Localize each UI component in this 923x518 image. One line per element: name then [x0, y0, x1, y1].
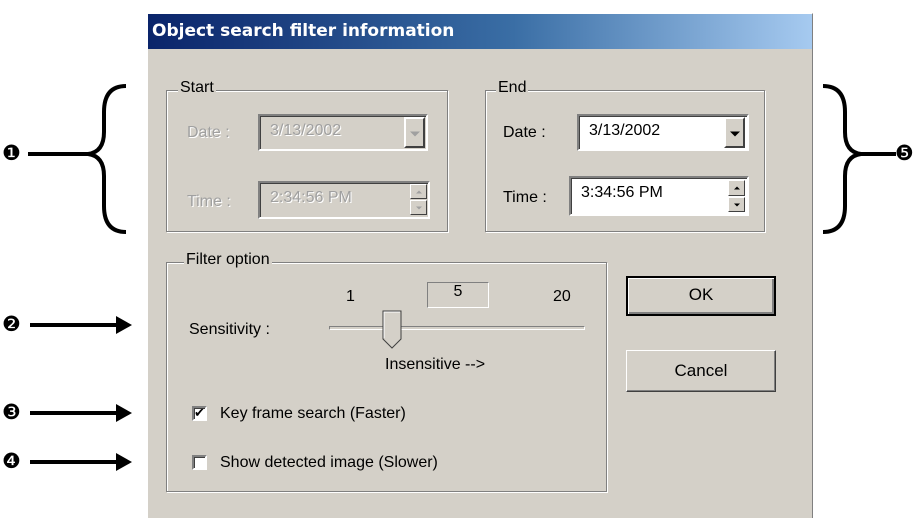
- filter-option-legend: Filter option: [184, 251, 272, 269]
- show-image-checkbox[interactable]: [192, 455, 207, 470]
- cancel-button[interactable]: Cancel: [626, 350, 776, 392]
- cancel-button-label: Cancel: [674, 361, 728, 380]
- start-legend: Start: [178, 79, 216, 97]
- start-time-label: Time :: [187, 193, 231, 210]
- start-time-field[interactable]: 2:34:56 PM: [258, 181, 430, 219]
- start-time-spin-up[interactable]: [410, 184, 427, 199]
- slider-max-label: 20: [553, 288, 571, 305]
- dialog-title: Object search filter information: [152, 21, 455, 41]
- ok-button[interactable]: OK: [626, 276, 776, 316]
- end-date-dropdown-button[interactable]: [724, 117, 745, 148]
- annotation-marker-2: ❷: [2, 312, 21, 336]
- end-time-label: Time :: [503, 189, 547, 206]
- dropdown-arrow-icon: [729, 131, 740, 136]
- slider-min-label: 1: [346, 288, 355, 305]
- end-date-value: 3/13/2002: [589, 122, 661, 139]
- left-bracket: [87, 84, 127, 234]
- start-time-value: 2:34:56 PM: [270, 189, 352, 206]
- slider-value-box: 5: [427, 282, 489, 308]
- start-time-spin-down[interactable]: [410, 200, 427, 215]
- sensitivity-slider-track[interactable]: [329, 326, 585, 330]
- spin-up-icon: [733, 186, 740, 190]
- annotation-marker-5: ❺: [895, 141, 914, 165]
- sensitivity-label: Sensitivity :: [189, 321, 270, 338]
- slider-thumb-icon[interactable]: [382, 310, 402, 350]
- key-frame-label: Key frame search (Faster): [220, 405, 406, 422]
- slider-value: 5: [453, 283, 463, 300]
- checkmark-icon: ✔: [194, 406, 205, 421]
- slider-caption: Insensitive -->: [385, 356, 486, 373]
- end-time-spin-up[interactable]: [728, 180, 745, 196]
- end-legend: End: [496, 79, 529, 97]
- end-time-value: 3:34:56 PM: [581, 184, 663, 201]
- end-date-label: Date :: [503, 124, 546, 141]
- show-image-label: Show detected image (Slower): [220, 454, 438, 471]
- right-bracket: [822, 84, 862, 234]
- start-date-value: 3/13/2002: [270, 122, 342, 139]
- ok-button-label: OK: [688, 285, 714, 304]
- spin-down-icon: [733, 203, 740, 206]
- dropdown-arrow-icon: [409, 131, 420, 136]
- annotation-marker-4: ❹: [2, 449, 21, 473]
- spin-down-icon: [415, 206, 422, 209]
- annotation-marker-1: ❶: [2, 141, 21, 165]
- spin-up-icon: [415, 190, 422, 193]
- start-date-label: Date :: [187, 124, 230, 141]
- key-frame-checkbox[interactable]: ✔: [192, 406, 207, 421]
- annotation-marker-3: ❸: [2, 400, 21, 424]
- start-date-field[interactable]: 3/13/2002: [258, 114, 428, 151]
- end-time-field[interactable]: 3:34:56 PM: [569, 176, 749, 216]
- end-time-spin-down[interactable]: [728, 197, 745, 212]
- start-date-dropdown-button[interactable]: [404, 117, 425, 148]
